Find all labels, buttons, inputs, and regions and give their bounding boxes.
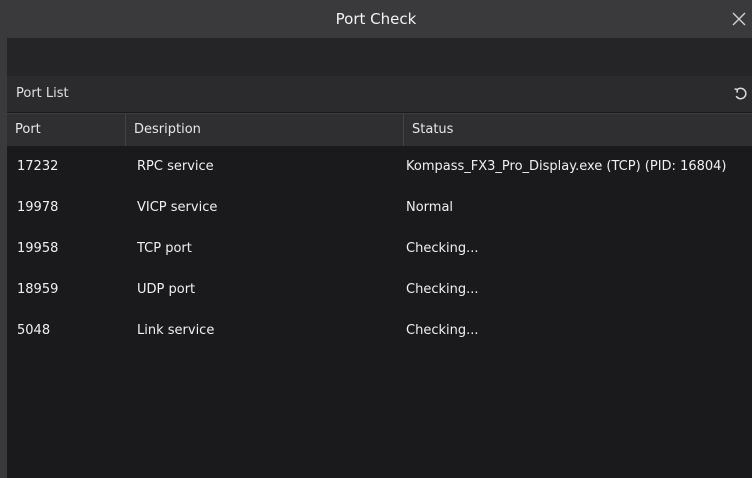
description-cell: UDP port: [137, 282, 196, 297]
close-icon: [732, 12, 746, 26]
description-cell: VICP service: [137, 200, 218, 215]
column-header-description[interactable]: Desription: [125, 114, 403, 146]
port-cell: 18959: [17, 282, 59, 297]
window-left-edge: [0, 38, 7, 478]
status-cell: Checking...: [406, 323, 479, 338]
refresh-button[interactable]: [732, 85, 750, 103]
status-cell: Checking...: [406, 241, 479, 256]
port-table-body: 17232 RPC service Kompass_FX3_Pro_Displa…: [7, 146, 752, 478]
port-check-window: Port Check Port List Port Desription Sta…: [0, 0, 752, 478]
column-header-port[interactable]: Port: [7, 114, 125, 146]
port-cell: 19978: [17, 200, 59, 215]
port-list-title: Port List: [16, 86, 69, 101]
status-cell: Checking...: [406, 282, 479, 297]
toolbar-area: [0, 38, 752, 76]
table-row[interactable]: 5048 Link service Checking...: [7, 310, 752, 351]
description-cell: RPC service: [137, 159, 214, 174]
table-row[interactable]: 19958 TCP port Checking...: [7, 228, 752, 269]
table-row[interactable]: 18959 UDP port Checking...: [7, 269, 752, 310]
refresh-icon: [734, 87, 747, 100]
port-cell: 5048: [17, 323, 51, 338]
port-cell: 19958: [17, 241, 59, 256]
description-cell: Link service: [137, 323, 215, 338]
table-row[interactable]: 17232 RPC service Kompass_FX3_Pro_Displa…: [7, 146, 752, 187]
status-cell: Normal: [406, 200, 454, 215]
port-cell: 17232: [17, 159, 59, 174]
window-title: Port Check: [335, 10, 417, 28]
close-button[interactable]: [728, 7, 750, 31]
table-header: Port Desription Status: [7, 113, 752, 146]
column-header-status[interactable]: Status: [403, 114, 752, 146]
title-bar: Port Check: [0, 0, 752, 38]
status-cell: Kompass_FX3_Pro_Display.exe (TCP) (PID: …: [406, 159, 727, 174]
port-list-header: Port List: [7, 76, 752, 112]
description-cell: TCP port: [137, 241, 192, 256]
table-row[interactable]: 19978 VICP service Normal: [7, 187, 752, 228]
